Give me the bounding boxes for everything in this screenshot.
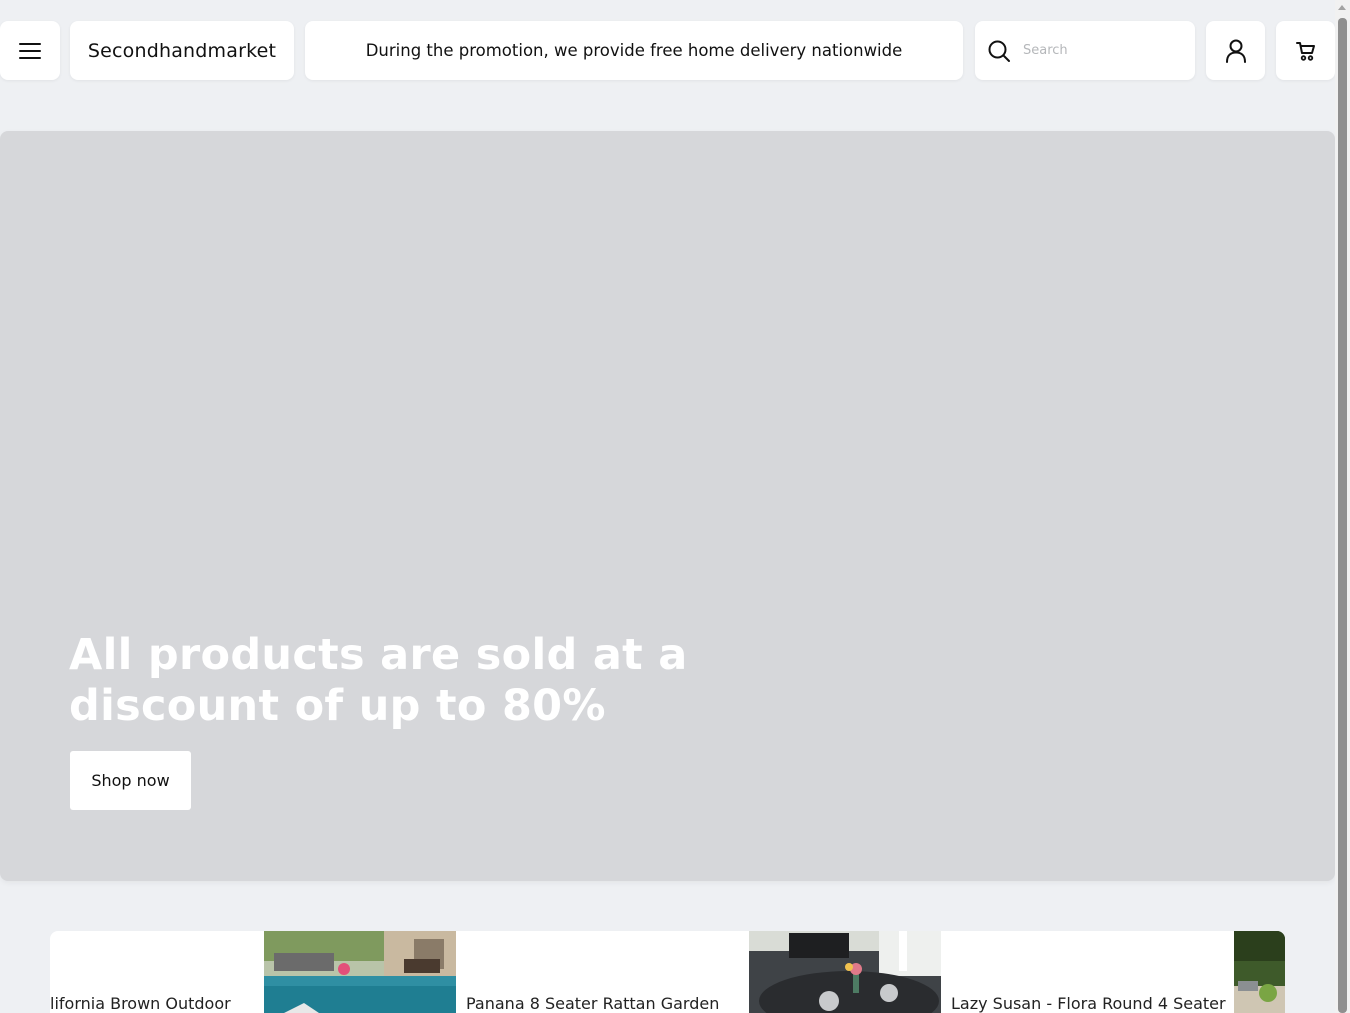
scroll-up-arrow-icon[interactable] bbox=[1338, 5, 1346, 10]
hero-banner bbox=[0, 131, 1335, 881]
brand-name: Secondhandmarket bbox=[87, 39, 277, 62]
menu-button[interactable] bbox=[0, 21, 60, 80]
product-image[interactable] bbox=[264, 931, 456, 1013]
product-image[interactable] bbox=[749, 931, 941, 1013]
scrollbar-thumb[interactable] bbox=[1338, 18, 1347, 1013]
product-carousel: lifornia Brown Outdoor Panana 8 Seater R… bbox=[50, 931, 1285, 1013]
product-title[interactable]: Panana 8 Seater Rattan Garden bbox=[466, 994, 748, 1013]
user-icon bbox=[1225, 39, 1246, 63]
search-box[interactable] bbox=[975, 21, 1195, 80]
promo-banner: During the promotion, we provide free ho… bbox=[305, 21, 963, 80]
hero-title: All products are sold at a discount of u… bbox=[69, 630, 688, 731]
product-image[interactable] bbox=[1234, 931, 1285, 1013]
product-title[interactable]: lifornia Brown Outdoor bbox=[50, 994, 255, 1013]
product-title[interactable]: Lazy Susan - Flora Round 4 Seater bbox=[951, 994, 1233, 1013]
hamburger-icon bbox=[19, 42, 41, 59]
search-icon[interactable] bbox=[987, 39, 1011, 63]
search-input[interactable] bbox=[1023, 43, 1173, 58]
page: Secondhandmarket During the promotion, w… bbox=[0, 0, 1350, 1013]
page-scrollbar[interactable] bbox=[1335, 0, 1350, 1013]
shop-now-button[interactable]: Shop now bbox=[70, 751, 191, 810]
cart-icon bbox=[1295, 41, 1315, 61]
promo-text: During the promotion, we provide free ho… bbox=[365, 41, 903, 60]
cart-button[interactable] bbox=[1276, 21, 1335, 80]
account-button[interactable] bbox=[1206, 21, 1265, 80]
brand-logo[interactable]: Secondhandmarket bbox=[70, 21, 294, 80]
